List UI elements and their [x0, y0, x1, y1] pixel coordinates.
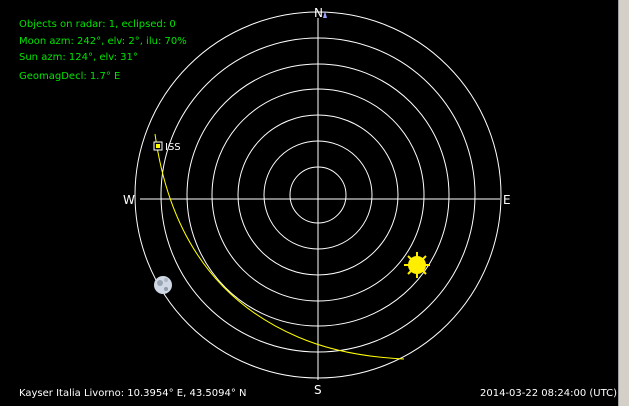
objects-count-text: Objects on radar: 1, eclipsed: 0 — [19, 19, 176, 30]
satellite-marker-icon[interactable] — [153, 141, 163, 151]
sun-info-text: Sun azm: 124°, elv: 31° — [19, 52, 138, 63]
compass-north-label: N — [314, 6, 323, 20]
datetime-text: 2014-03-22 08:24:00 (UTC) — [479, 388, 617, 399]
moon-icon[interactable] — [154, 276, 172, 294]
compass-west-label: W — [123, 193, 135, 207]
compass-east-label: E — [503, 193, 511, 207]
geomag-decl-text: GeomagDecl: 1.7° E — [19, 71, 121, 82]
radar-view[interactable]: N S E W ISS Objects on radar: 1, eclipse… — [0, 0, 629, 406]
satellite-label: ISS — [165, 142, 181, 153]
location-text: Kayser Italia Livorno: 10.3954° E, 43.50… — [19, 388, 247, 399]
compass-south-label: S — [314, 383, 322, 397]
sun-icon[interactable] — [404, 252, 430, 278]
moon-info-text: Moon azm: 242°, elv: 2°, ilu: 70% — [19, 36, 187, 47]
satellite-track — [154, 133, 405, 360]
window-scrollbar[interactable] — [618, 0, 629, 406]
